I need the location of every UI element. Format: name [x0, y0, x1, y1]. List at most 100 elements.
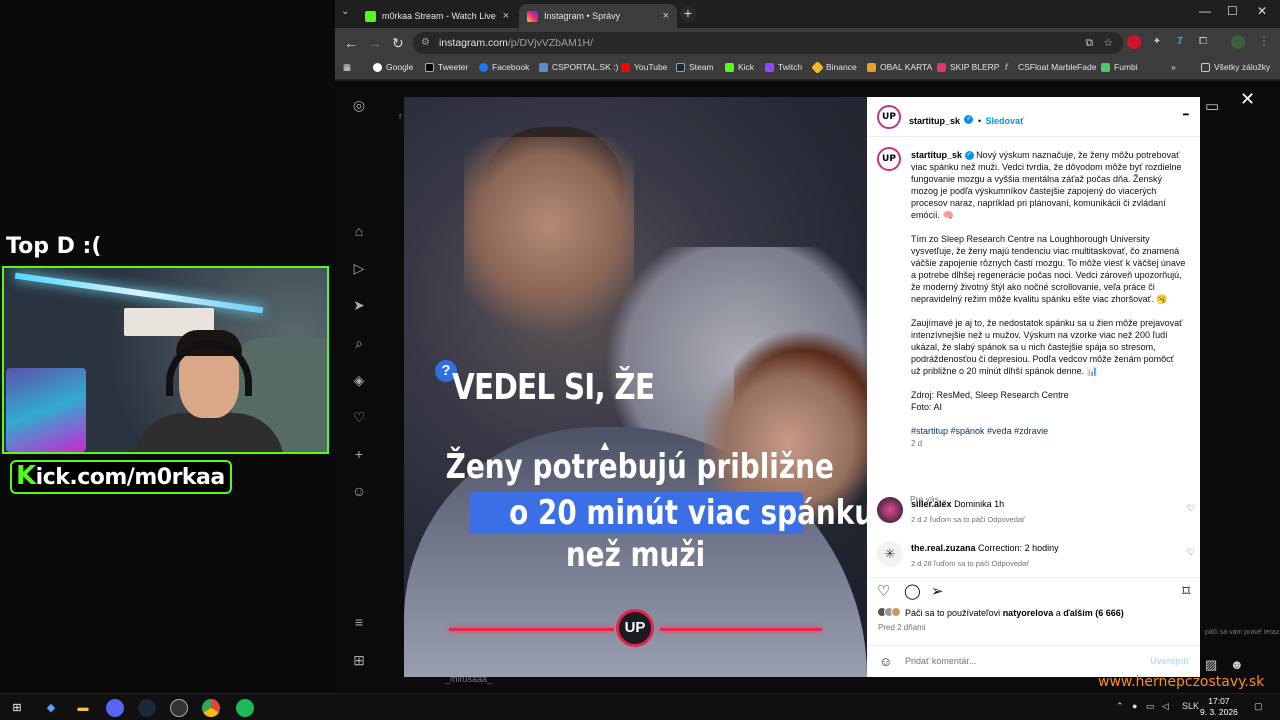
search-icon[interactable]: ⌕ — [350, 334, 368, 352]
explore-icon[interactable]: ◈ — [350, 371, 368, 389]
gaming-pc — [6, 368, 86, 452]
likes-others[interactable]: ďalším (6 666) — [1063, 608, 1124, 618]
comment-username[interactable]: the.real.zuzana — [911, 543, 976, 553]
bookmark-obal-karta[interactable]: OBAL KARTA — [867, 62, 932, 72]
post-image[interactable]: ? VEDEL SI, ŽE Ženy potrebujú približne … — [404, 97, 867, 677]
keyboard-language[interactable]: SLK — [1182, 701, 1199, 711]
likes-user[interactable]: natyorelova — [1003, 608, 1054, 618]
install-app-icon[interactable]: ⧉ — [1086, 32, 1094, 54]
save-bookmark-icon[interactable]: ⌑ — [1182, 582, 1190, 600]
follow-button[interactable]: Sledovať — [986, 116, 1025, 126]
more-options-icon[interactable]: ••• — [1183, 110, 1189, 119]
tab-kick-stream[interactable]: m0rkaa Stream - Watch Live on × — [357, 4, 517, 28]
youtube-icon — [621, 62, 630, 72]
caption-avatar[interactable]: UP — [877, 147, 901, 171]
volume-icon[interactable]: ◁ — [1162, 701, 1169, 712]
forward-arrow-icon[interactable]: → — [368, 35, 382, 51]
windows-start-icon[interactable]: ⊞ — [8, 699, 26, 717]
reels-icon[interactable]: ▷ — [350, 259, 368, 277]
extensions-puzzle-icon[interactable]: ⧠ — [1196, 35, 1210, 49]
background-hint: páči sa vám pravé teraz — [1205, 629, 1280, 636]
bookmark-binance[interactable]: Binance — [811, 60, 857, 74]
site-info-icon[interactable]: ⚙ — [421, 32, 430, 54]
more-menu-icon[interactable]: ≡ — [350, 613, 368, 631]
sticker-icon: ☻ — [1230, 657, 1244, 672]
bookmark-kick[interactable]: Kick — [725, 62, 754, 72]
bookmark-google[interactable]: Google — [373, 62, 413, 72]
caption-username[interactable]: startitup_sk — [911, 150, 962, 160]
create-icon[interactable]: + — [350, 445, 368, 463]
post-comment-button[interactable]: Uverejniť — [1150, 656, 1190, 666]
steam-taskbar-icon[interactable] — [138, 699, 156, 717]
caption-hashtags[interactable]: #startitup #spánok #veda #zdravie — [911, 426, 1048, 436]
microphone-icon[interactable]: ● — [1132, 701, 1137, 711]
bookmark-star-icon[interactable]: ☆ — [1104, 32, 1113, 54]
comment-row: ✳ the.real.zuzana Correction: 2 hodiny 2… — [877, 541, 1197, 577]
bookmark-fumbi[interactable]: Fumbi — [1101, 62, 1138, 72]
comment-username[interactable]: siller.alex — [911, 499, 952, 509]
commenter-avatar-palm-icon[interactable]: ✳ — [877, 541, 903, 567]
file-explorer-icon[interactable]: ▬ — [74, 699, 92, 717]
bookmark-tweeter[interactable]: Tweeter — [425, 62, 468, 72]
instagram-logo-icon[interactable]: ◎ — [350, 96, 368, 114]
bookmark-csportal[interactable]: CSPORTAL.SK :) — [539, 62, 618, 72]
address-bar[interactable]: ⚙ instagram.com/p/DVjvVZbAM1H/ ⧉ ☆ — [413, 32, 1123, 54]
x-icon — [425, 62, 434, 72]
reload-icon[interactable]: ↻ — [392, 35, 404, 52]
notifications-heart-icon[interactable]: ♡ — [350, 408, 368, 426]
bookmark-twitch[interactable]: Twitch — [765, 62, 802, 72]
home-icon[interactable]: ⌂ — [350, 222, 368, 240]
apps-grid-icon[interactable]: ▦ — [343, 62, 351, 73]
comment-like-heart-icon[interactable]: ♡ — [1187, 547, 1195, 558]
obs-icon[interactable] — [170, 699, 188, 717]
liker-avatar — [891, 607, 901, 617]
profile-avatar[interactable] — [1231, 35, 1245, 49]
extension-flame-icon[interactable]: ✦ — [1150, 35, 1164, 49]
tray-overflow-icon[interactable]: ⌃ — [1116, 701, 1124, 712]
caption-photo-credit: Foto: AI — [911, 402, 943, 412]
bookmark-csfloat[interactable]: f CSFloat MarbleFade — [1005, 62, 1096, 72]
network-icon[interactable]: ▭ — [1146, 701, 1155, 712]
tab-instagram[interactable]: Instagram • Správy × — [519, 4, 677, 28]
tab-close-icon[interactable]: × — [663, 10, 669, 22]
like-heart-icon[interactable]: ♡ — [877, 582, 890, 600]
comment-bubble-icon[interactable]: ◯ — [904, 582, 921, 600]
maximize-button[interactable]: ☐ — [1227, 4, 1238, 18]
system-clock[interactable]: 17:07 9. 3. 2026 — [1200, 696, 1238, 718]
profile-icon[interactable]: ☺ — [350, 482, 368, 500]
share-send-icon[interactable]: ➢ — [931, 582, 944, 600]
also-from-meta-icon[interactable]: ⊞ — [350, 651, 368, 669]
back-arrow-icon[interactable]: ← — [344, 35, 358, 51]
new-tab-button[interactable]: + — [680, 6, 696, 22]
extension-translate-icon[interactable]: Ⱦ — [1173, 35, 1187, 49]
tab-close-icon[interactable]: × — [503, 10, 509, 22]
bookmark-steam[interactable]: Steam — [676, 62, 714, 72]
app-icon-network[interactable]: ◆ — [42, 699, 60, 717]
bookmark-youtube[interactable]: YouTube — [621, 62, 667, 72]
caption-source: Zdroj: ResMed, Sleep Research Centre — [911, 390, 1069, 400]
close-modal-icon[interactable]: ✕ — [1240, 89, 1255, 110]
all-bookmarks-folder[interactable]: Všetky záložky — [1201, 62, 1270, 72]
extension-opera-icon[interactable] — [1127, 35, 1141, 49]
messages-icon[interactable]: ➤ — [350, 296, 368, 314]
toolbar: ← → ↻ ⚙ instagram.com/p/DVjvVZbAM1H/ ⧉ ☆… — [335, 28, 1280, 58]
chrome-taskbar-icon[interactable] — [202, 699, 220, 717]
notifications-icon[interactable]: ▢ — [1254, 701, 1263, 712]
chrome-menu-icon[interactable]: ⋮ — [1257, 35, 1271, 49]
comment-input[interactable]: Pridať komentár... — [905, 656, 976, 666]
bookmarks-overflow-chevron-icon[interactable]: » — [1171, 62, 1176, 72]
emoji-picker-icon[interactable]: ☺ — [879, 654, 892, 669]
bookmarks-bar: ▦ Google Tweeter Facebook CSPORTAL.SK :)… — [335, 58, 1280, 80]
discord-icon[interactable] — [106, 699, 124, 717]
author-avatar[interactable]: UP — [877, 105, 901, 129]
close-window-button[interactable]: ✕ — [1257, 4, 1267, 18]
author-username[interactable]: startitup_sk — [909, 116, 960, 126]
bookmark-facebook[interactable]: Facebook — [479, 62, 529, 72]
comment-like-heart-icon[interactable]: ♡ — [1187, 503, 1195, 514]
bookmark-skip-blerp[interactable]: SKIP BLERP — [937, 62, 999, 72]
minimize-button[interactable]: — — [1199, 4, 1211, 18]
separator-dot: • — [977, 116, 982, 126]
spotify-icon[interactable] — [236, 699, 254, 717]
commenter-avatar[interactable] — [877, 497, 903, 523]
tab-search-chevron-icon[interactable]: ⌄ — [341, 6, 349, 17]
